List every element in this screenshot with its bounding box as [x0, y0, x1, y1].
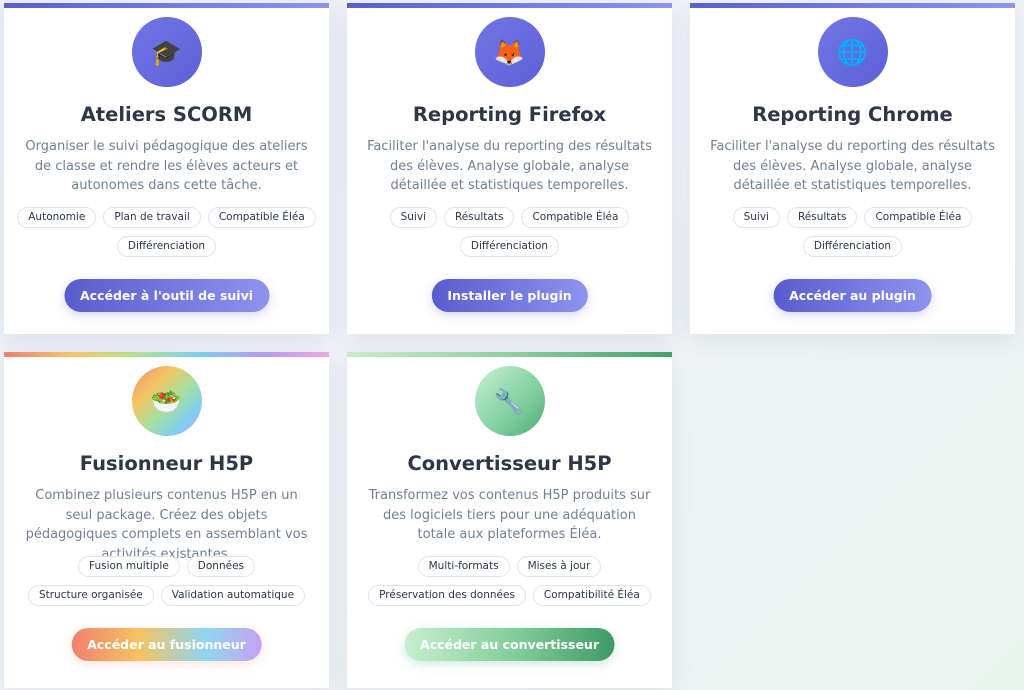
tag: Résultats: [443, 207, 515, 228]
card-description: Transformez vos contenus H5P produits su…: [368, 488, 651, 542]
card-accent-bar: [4, 352, 329, 357]
tag: Plan de travail: [103, 207, 201, 228]
icon-glyph: 🥗: [150, 386, 183, 416]
tag: Compatible Éléa: [207, 207, 316, 228]
tag: Différenciation: [116, 236, 217, 257]
card-title: Fusionneur H5P: [79, 452, 254, 475]
icon-glyph: 🌐: [836, 37, 869, 67]
tag: Données: [186, 556, 256, 577]
card-reporting-firefox: 🦊 Reporting Firefox Faciliter l'analyse …: [347, 3, 672, 334]
tag: Différenciation: [459, 236, 560, 257]
card-fusionneur-h5p: 🥗 Fusionneur H5P Combinez plusieurs cont…: [4, 352, 329, 688]
tag-list: Fusion multiple Données Structure organi…: [12, 556, 321, 606]
tag: Résultats: [786, 207, 858, 228]
tag-list: Autonomie Plan de travail Compatible Élé…: [12, 207, 321, 257]
tag: Mises à jour: [516, 556, 602, 577]
icon-glyph: 🦊: [493, 37, 526, 67]
tag: Suivi: [732, 207, 780, 228]
card-accent-bar: [347, 3, 672, 8]
card-description: Faciliter l'analyse du reporting des rés…: [710, 139, 995, 193]
access-tracking-tool-button[interactable]: Accéder à l'outil de suivi: [63, 279, 270, 312]
access-merger-button[interactable]: Accéder au fusionneur: [71, 628, 262, 661]
card-description: Faciliter l'analyse du reporting des rés…: [367, 139, 652, 193]
tag-list: Suivi Résultats Compatible Éléa Différen…: [355, 207, 664, 257]
tag-list: Suivi Résultats Compatible Éléa Différen…: [698, 207, 1007, 257]
globe-icon: 🌐: [817, 17, 888, 87]
tag: Fusion multiple: [77, 556, 180, 577]
card-title: Reporting Chrome: [752, 103, 953, 126]
icon-glyph: 🎓: [150, 37, 183, 67]
tag-list: Multi-formats Mises à jour Préservation …: [355, 556, 664, 606]
tag: Multi-formats: [417, 556, 510, 577]
card-accent-bar: [690, 3, 1015, 8]
fox-icon: 🦊: [474, 17, 545, 87]
card-accent-bar: [347, 352, 672, 357]
install-plugin-button[interactable]: Installer le plugin: [431, 279, 588, 312]
card-title: Reporting Firefox: [412, 103, 607, 126]
tag: Compatible Éléa: [864, 207, 973, 228]
card-reporting-chrome: 🌐 Reporting Chrome Faciliter l'analyse d…: [690, 3, 1015, 334]
tag: Structure organisée: [27, 585, 154, 606]
card-accent-bar: [4, 3, 329, 8]
card-description: Combinez plusieurs contenus H5P en un se…: [25, 488, 308, 562]
tag: Compatibilité Éléa: [532, 585, 651, 606]
tag: Différenciation: [802, 236, 903, 257]
card-description: Organiser le suivi pédagogique des ateli…: [25, 139, 308, 193]
access-plugin-button[interactable]: Accéder au plugin: [773, 279, 932, 312]
card-title: Ateliers SCORM: [80, 103, 253, 126]
bowl-icon: 🥗: [131, 366, 202, 436]
wrench-icon: 🔧: [474, 366, 545, 436]
tag: Validation automatique: [160, 585, 306, 606]
icon-glyph: 🔧: [493, 386, 526, 416]
graduation-cap-icon: 🎓: [131, 17, 202, 87]
card-title: Convertisseur H5P: [407, 452, 612, 475]
tag: Suivi: [389, 207, 437, 228]
card-convertisseur-h5p: 🔧 Convertisseur H5P Transformez vos cont…: [347, 352, 672, 688]
tag: Autonomie: [17, 207, 97, 228]
card-ateliers-scorm: 🎓 Ateliers SCORM Organiser le suivi péda…: [4, 3, 329, 334]
tag: Compatible Éléa: [521, 207, 630, 228]
tag: Préservation des données: [368, 585, 526, 606]
access-converter-button[interactable]: Accéder au convertisseur: [404, 628, 615, 661]
